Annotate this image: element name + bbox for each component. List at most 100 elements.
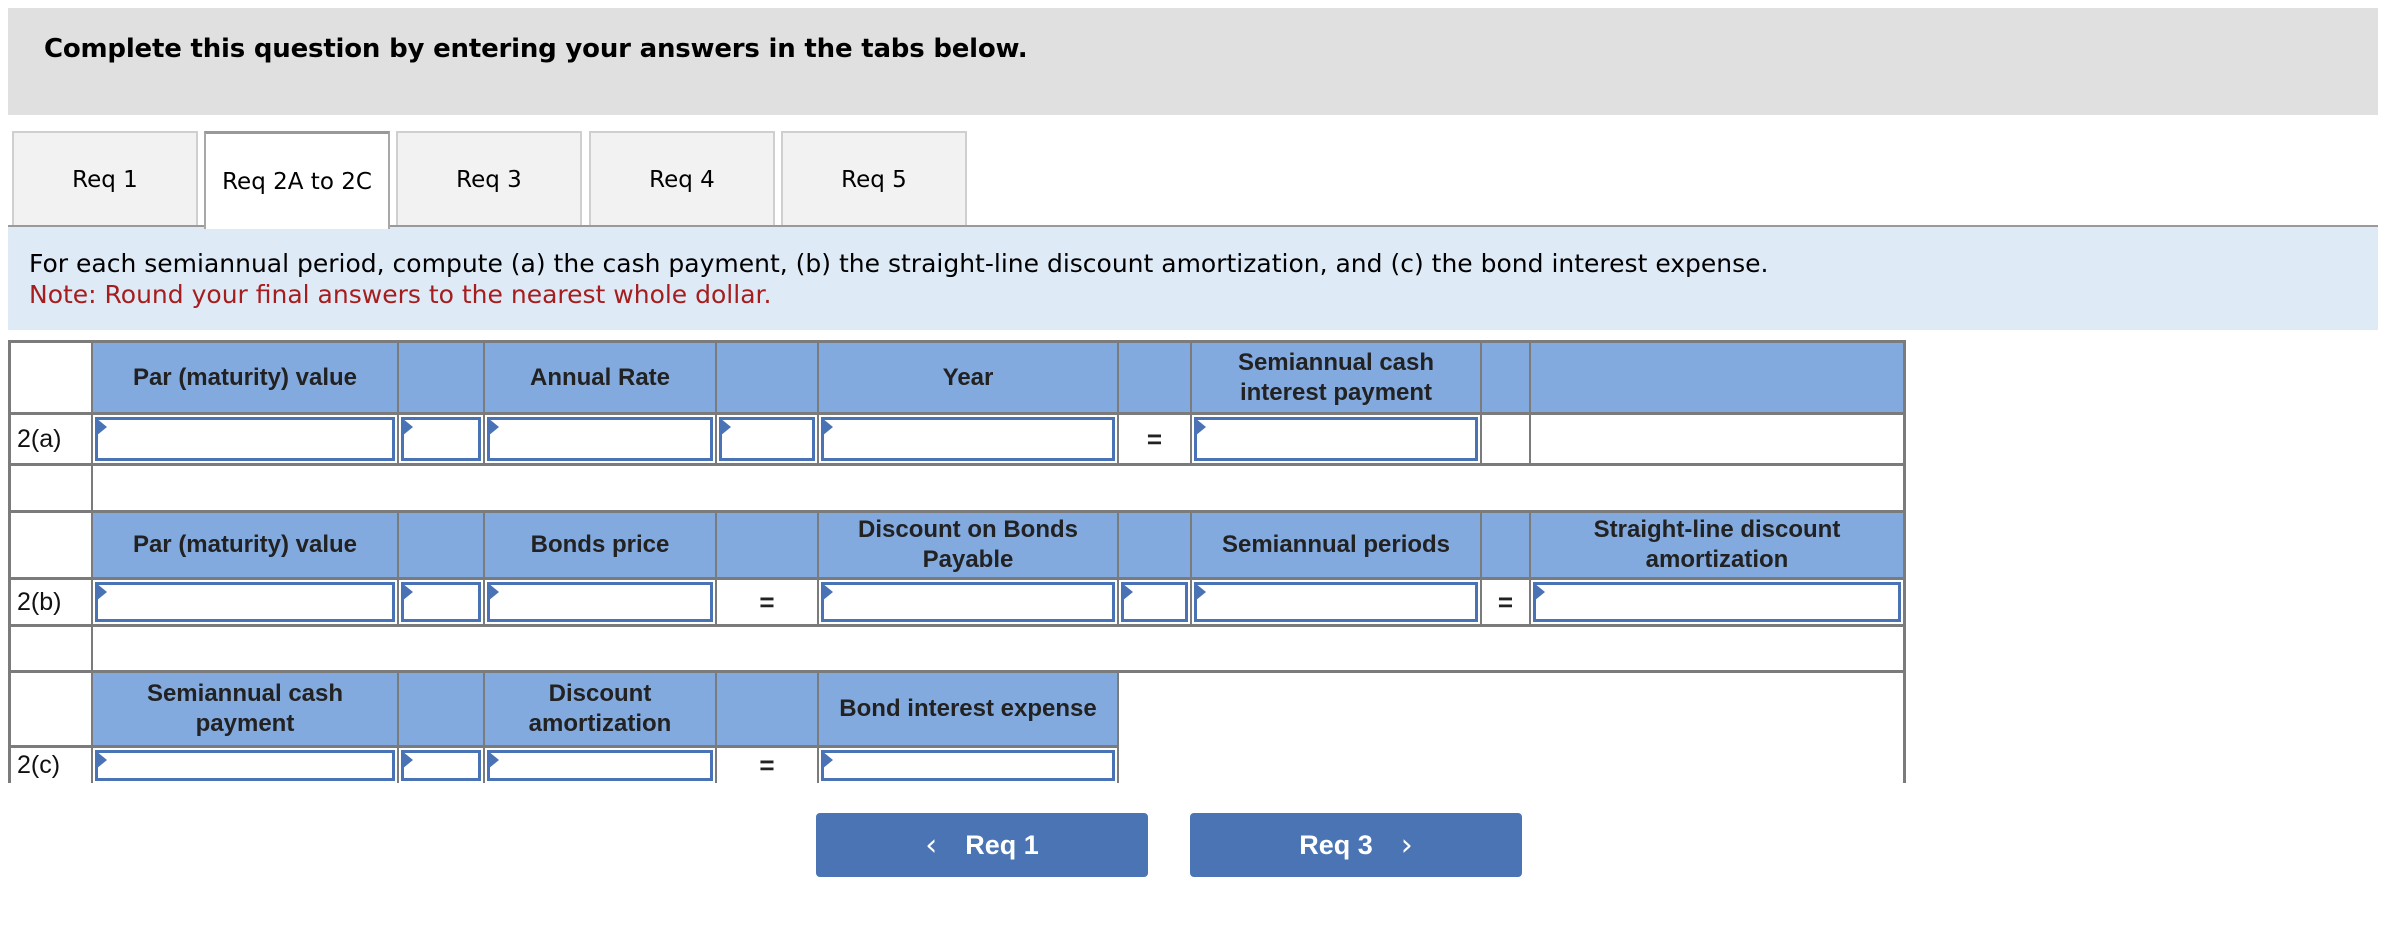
input-flag-icon (822, 418, 833, 436)
header-equals-b2 (1482, 513, 1531, 580)
par-value-input-a[interactable] (95, 417, 395, 461)
chevron-right-icon: › (1400, 827, 1413, 863)
cell-year-a (819, 415, 1119, 466)
cell-operator-b2 (1119, 580, 1192, 627)
operator-input-b1[interactable] (401, 582, 481, 622)
discount-amortization-input-c[interactable] (487, 750, 713, 781)
input-flag-icon (96, 418, 107, 436)
question-title: Complete this question by entering your … (44, 34, 1028, 64)
semiannual-cash-interest-payment-input-a[interactable] (1194, 417, 1478, 461)
input-flag-icon (96, 751, 107, 769)
cell-par-value-b (93, 580, 399, 627)
header-operator-c1 (399, 673, 485, 748)
spacer-row-1 (93, 466, 1903, 513)
corner-cell-a (11, 343, 93, 415)
header-par-value-b: Par (maturity) value (93, 513, 399, 580)
header-operator-a2 (717, 343, 819, 415)
cell-discount-amortization-c (485, 748, 717, 783)
input-flag-icon (720, 418, 731, 436)
rounding-note: Note: Round your final answers to the ne… (29, 280, 772, 309)
blank-cell-a8 (1482, 415, 1531, 466)
annual-rate-input-a[interactable] (487, 417, 713, 461)
spacer-row-2 (93, 627, 1903, 673)
next-req-3-button[interactable]: Req 3 › (1190, 813, 1522, 877)
equals-sign-b2: = (1482, 580, 1531, 627)
input-flag-icon (1195, 418, 1206, 436)
cell-semiannual-cash-interest-payment-a (1192, 415, 1482, 466)
cell-operator-b1 (399, 580, 485, 627)
next-button-label: Req 3 (1299, 829, 1373, 860)
discount-on-bonds-payable-input-b[interactable] (821, 582, 1115, 622)
cell-semiannual-periods-b (1192, 580, 1482, 627)
row-label-2b: 2(b) (11, 580, 93, 627)
prev-req-1-button[interactable]: ‹ Req 1 (816, 813, 1148, 877)
header-annual-rate-a: Annual Rate (485, 343, 717, 415)
header-equals-c (717, 673, 819, 748)
tab-req-2a-to-2c[interactable]: Req 2A to 2C (204, 131, 390, 229)
tab-req-4[interactable]: Req 4 (589, 131, 775, 227)
cell-discount-on-bonds-payable-b (819, 580, 1119, 627)
header-operator-b2 (1119, 513, 1192, 580)
bond-interest-expense-input-c[interactable] (821, 750, 1115, 781)
par-value-input-b[interactable] (95, 582, 395, 622)
instruction-panel (8, 227, 2378, 330)
input-flag-icon (488, 418, 499, 436)
input-flag-icon (1122, 583, 1133, 601)
input-flag-icon (1195, 583, 1206, 601)
equals-sign-b1: = (717, 580, 819, 627)
semiannual-periods-input-b[interactable] (1194, 582, 1478, 622)
header-discount-on-bonds-payable-b: Discount on Bonds Payable (819, 513, 1119, 580)
header-discount-amortization-c: Discount amortization (485, 673, 717, 748)
cell-bond-interest-expense-c (819, 748, 1119, 783)
input-flag-icon (488, 583, 499, 601)
header-bonds-price-b: Bonds price (485, 513, 717, 580)
tab-req-1[interactable]: Req 1 (12, 131, 198, 227)
computation-table: Par (maturity) value Annual Rate Year Se… (8, 340, 1906, 783)
row-label-2c: 2(c) (11, 748, 93, 783)
input-flag-icon (822, 751, 833, 769)
operator-input-c1[interactable] (401, 750, 481, 781)
header-semiannual-cash-payment-c: Semiannual cash payment (93, 673, 399, 748)
spacer-label-1 (11, 466, 93, 513)
cell-straight-line-discount-amortization-b (1531, 580, 1903, 627)
equals-sign-c: = (717, 748, 819, 783)
input-flag-icon (402, 751, 413, 769)
header-par-value-a: Par (maturity) value (93, 343, 399, 415)
operator-input-a2[interactable] (719, 417, 815, 461)
header-equals-a (1119, 343, 1192, 415)
input-flag-icon (822, 583, 833, 601)
corner-cell-c (11, 673, 93, 748)
instruction-text: For each semiannual period, compute (a) … (29, 249, 1769, 278)
cell-par-value-a (93, 415, 399, 466)
header-equals-b1 (717, 513, 819, 580)
spacer-label-2 (11, 627, 93, 673)
corner-cell-b (11, 513, 93, 580)
input-flag-icon (488, 751, 499, 769)
cell-operator-a1 (399, 415, 485, 466)
cell-semiannual-cash-payment-c (93, 748, 399, 783)
prev-button-label: Req 1 (965, 829, 1039, 860)
header-blank-a9 (1531, 343, 1903, 415)
semiannual-cash-payment-input-c[interactable] (95, 750, 395, 781)
blank-cell-a9 (1531, 415, 1903, 466)
bonds-price-input-b[interactable] (487, 582, 713, 622)
straight-line-discount-amortization-input-b[interactable] (1533, 582, 1901, 622)
cell-operator-a2 (717, 415, 819, 466)
cell-bonds-price-b (485, 580, 717, 627)
cell-operator-c1 (399, 748, 485, 783)
tab-req-3[interactable]: Req 3 (396, 131, 582, 227)
input-flag-icon (402, 583, 413, 601)
header-semiannual-periods-b: Semiannual periods (1192, 513, 1482, 580)
row-label-2a: 2(a) (11, 415, 93, 466)
header-year-a: Year (819, 343, 1119, 415)
tab-req-5[interactable]: Req 5 (781, 131, 967, 227)
header-blank-a8 (1482, 343, 1531, 415)
operator-input-a1[interactable] (401, 417, 481, 461)
header-semiannual-cash-interest-payment-a: Semiannual cash interest payment (1192, 343, 1482, 415)
header-operator-a1 (399, 343, 485, 415)
input-flag-icon (402, 418, 413, 436)
year-input-a[interactable] (821, 417, 1115, 461)
header-bond-interest-expense-c: Bond interest expense (819, 673, 1119, 748)
input-flag-icon (1534, 583, 1545, 601)
equals-sign-a: = (1119, 415, 1192, 466)
